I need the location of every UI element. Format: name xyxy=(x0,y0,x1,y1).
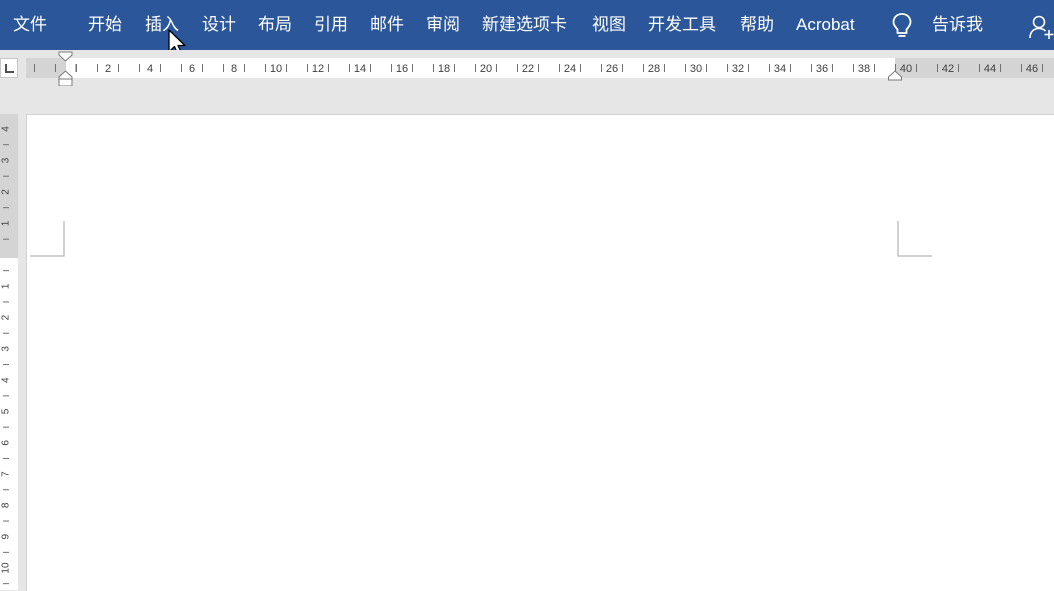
ruler-label: 8 xyxy=(231,63,237,75)
left-indent-marker[interactable] xyxy=(58,78,73,86)
tab-view[interactable]: 视图 xyxy=(592,12,626,38)
ruler-label: 9 xyxy=(1,533,12,539)
ruler-label: 24 xyxy=(564,63,576,75)
page-top-margin-gap xyxy=(0,86,1054,114)
ruler-label: 34 xyxy=(774,63,786,75)
ruler-label: 2 xyxy=(1,314,12,320)
ruler-label: 12 xyxy=(312,63,324,75)
ruler-label: 4 xyxy=(147,63,153,75)
top-right-margin-mark xyxy=(897,221,932,257)
tab-developer[interactable]: 开发工具 xyxy=(648,12,716,38)
ruler-label: 30 xyxy=(690,63,702,75)
ruler-label: 32 xyxy=(732,63,744,75)
vertical-ruler[interactable]: 4 3 2 1 1 2 3 4 5 6 7 8 9 10 xyxy=(0,114,24,590)
ruler-label: 40 xyxy=(900,63,912,75)
ruler-label: 2 xyxy=(1,189,12,195)
ruler-label: 4 xyxy=(1,377,12,383)
tab-review[interactable]: 审阅 xyxy=(426,12,460,38)
tab-help[interactable]: 帮助 xyxy=(740,12,774,38)
lightbulb-icon[interactable] xyxy=(890,12,914,40)
ruler-label: 3 xyxy=(1,157,12,163)
user-add-icon[interactable] xyxy=(1028,14,1054,40)
ruler-label: 20 xyxy=(480,63,492,75)
tab-file[interactable]: 文件 xyxy=(13,12,47,38)
ruler-label: 10 xyxy=(270,63,282,75)
ruler-label: 42 xyxy=(942,63,954,75)
ruler-label: 28 xyxy=(648,63,660,75)
ruler-label: 46 xyxy=(1026,63,1038,75)
ruler-label: 1 xyxy=(1,283,12,289)
top-left-margin-mark xyxy=(30,221,65,257)
horizontal-ruler[interactable]: 2 4 6 8 10 12 14 16 18 20 22 24 26 28 30 32 34 36 38 40 42 44… xyxy=(0,50,1054,86)
ruler-label: 38 xyxy=(858,63,870,75)
ruler-label: 2 xyxy=(105,63,111,75)
document-page[interactable] xyxy=(26,114,1054,591)
ruler-label: 22 xyxy=(522,63,534,75)
ruler-label: 26 xyxy=(606,63,618,75)
ruler-label: 18 xyxy=(438,63,450,75)
ruler-label: 6 xyxy=(1,440,12,446)
tab-layout[interactable]: 布局 xyxy=(258,12,292,38)
tab-design[interactable]: 设计 xyxy=(202,12,236,38)
ruler-label: 3 xyxy=(1,346,12,352)
ruler-label: 7 xyxy=(1,471,12,477)
tell-me-search[interactable]: 告诉我 xyxy=(932,12,983,38)
ruler-label: 5 xyxy=(1,408,12,414)
tab-acrobat[interactable]: Acrobat xyxy=(796,12,855,38)
tab-mailings[interactable]: 邮件 xyxy=(370,12,404,38)
ruler-label: 1 xyxy=(1,220,12,226)
tab-references[interactable]: 引用 xyxy=(314,12,348,38)
ruler-label: 44 xyxy=(984,63,996,75)
ruler-label: 8 xyxy=(1,502,12,508)
ribbon-tab-bar: 文件 开始 插入 设计 布局 引用 邮件 审阅 新建选项卡 视图 开发工具 帮助… xyxy=(0,0,1054,50)
ruler-label: 4 xyxy=(1,126,12,132)
tab-home[interactable]: 开始 xyxy=(88,12,122,38)
tab-new-tab[interactable]: 新建选项卡 xyxy=(482,12,567,38)
ruler-label: 16 xyxy=(396,63,408,75)
ruler-label: 10 xyxy=(1,562,12,574)
ruler-label: 14 xyxy=(354,63,366,75)
ruler-label: 36 xyxy=(816,63,828,75)
ruler-label: 6 xyxy=(189,63,195,75)
